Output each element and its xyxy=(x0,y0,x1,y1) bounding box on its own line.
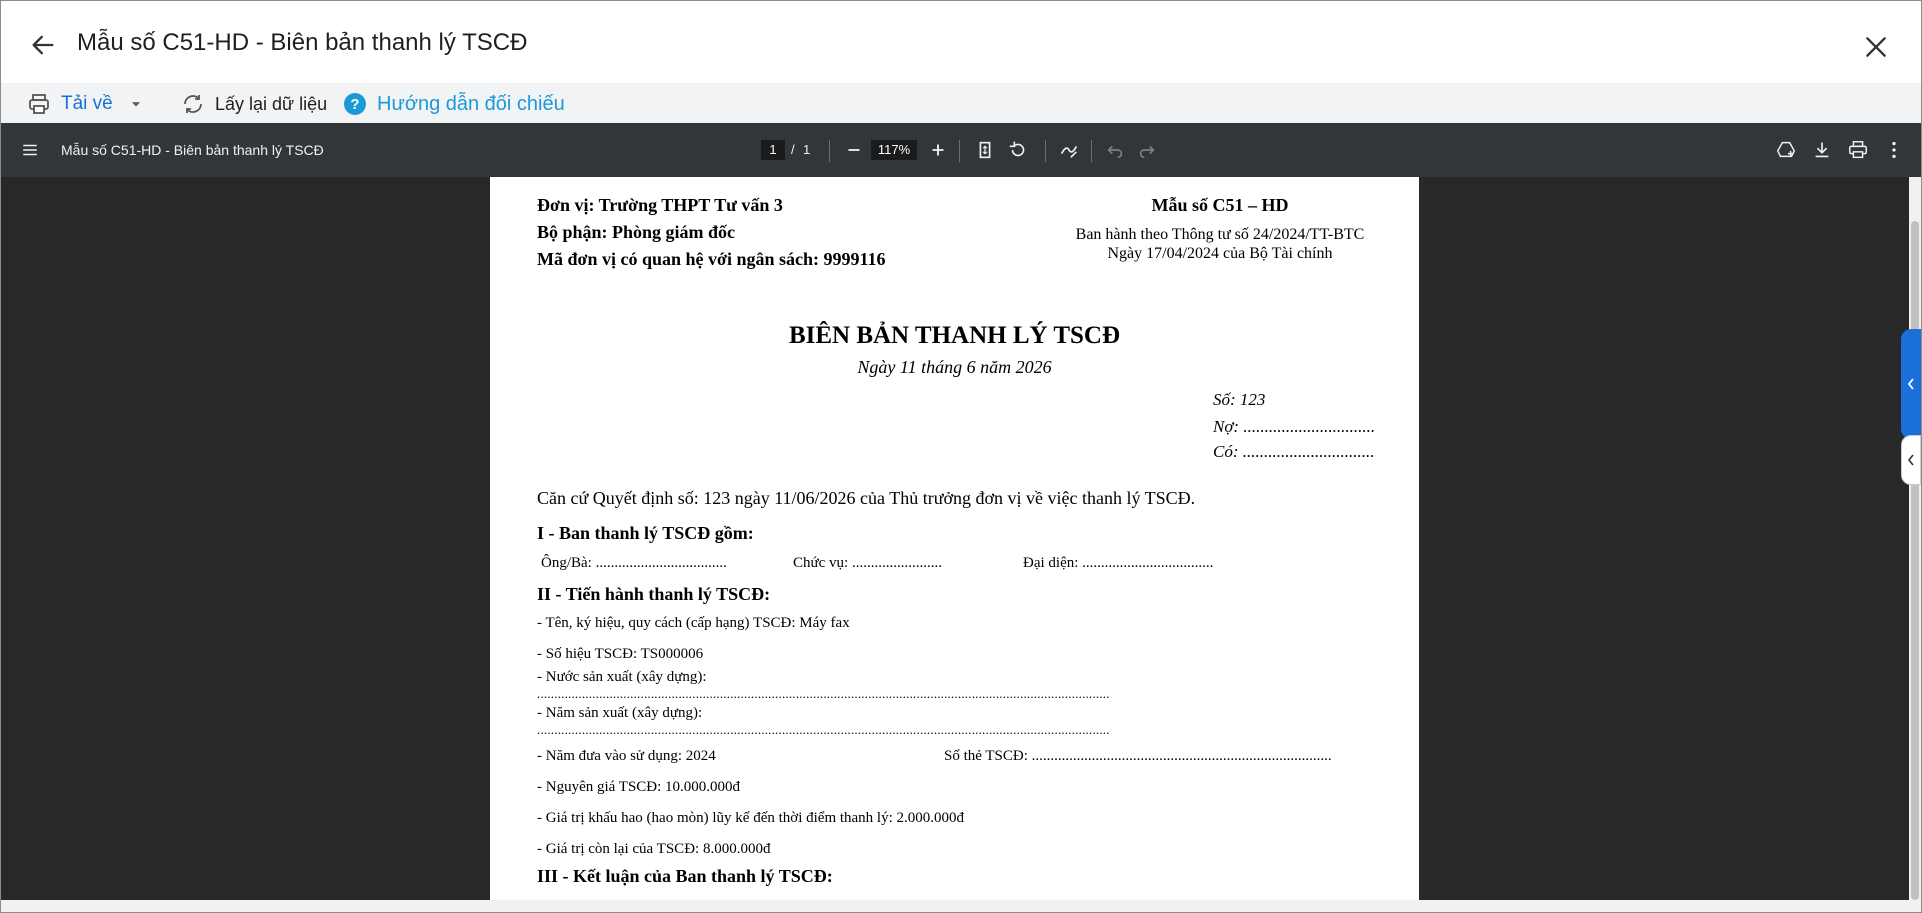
form-number: Mẫu số C51 – HD xyxy=(1151,195,1289,215)
budget-unit-code: Mã đơn vị có quan hệ với ngân sách: 9999… xyxy=(537,249,886,269)
pdf-title: Mẫu số C51-HD - Biên bản thanh lý TSCĐ xyxy=(61,142,324,158)
credit-field: Có: ............................... xyxy=(1213,442,1375,461)
reload-data-button[interactable]: Lấy lại dữ liệu xyxy=(181,91,327,117)
divider xyxy=(1045,140,1046,162)
remaining-value: - Giá trị còn lại của TSCĐ: 8.000.000đ xyxy=(537,841,771,857)
menu-icon[interactable] xyxy=(21,141,39,159)
issued-date: Ngày 17/04/2024 của Bộ Tài chính xyxy=(1107,245,1333,262)
asset-code: - Số hiệu TSCĐ: TS000006 xyxy=(537,646,704,662)
rotate-icon[interactable] xyxy=(1007,139,1029,161)
side-panel-collapse[interactable] xyxy=(1901,435,1921,485)
chevron-down-icon[interactable] xyxy=(129,97,143,111)
minus-icon[interactable] xyxy=(843,139,865,161)
representative-field: Đại diện: ..............................… xyxy=(1023,555,1214,571)
issued-by: Ban hành theo Thông tư số 24/2024/TT-BTC xyxy=(1075,226,1365,243)
guide-label: Hướng dẫn đối chiếu xyxy=(377,92,565,115)
close-icon[interactable] xyxy=(1863,34,1889,60)
section-2-heading: II - Tiến hành thanh lý TSCĐ: xyxy=(537,584,771,604)
fit-page-icon[interactable] xyxy=(974,139,996,161)
chevron-left-icon xyxy=(1907,378,1914,390)
pdf-content-area[interactable]: Đơn vị: Trường THPT Tư vấn 3 Bộ phận: Ph… xyxy=(1,177,1921,900)
year-in-use: - Năm đưa vào sử dụng: 2024 xyxy=(537,748,716,764)
page-separator: / xyxy=(791,142,795,157)
app-window: Mẫu số C51-HD - Biên bản thanh lý TSCĐ T… xyxy=(0,0,1922,913)
download-label: Tải về xyxy=(61,93,113,114)
country-of-manufacture: - Nước sản xuất (xây dựng): xyxy=(537,669,707,685)
dotted-line: ........................................… xyxy=(537,686,1110,701)
side-panel-toggle[interactable] xyxy=(1901,329,1921,439)
download-icon[interactable] xyxy=(1811,139,1833,161)
member-name-field: Ông/Bà: ................................… xyxy=(541,555,727,571)
pdf-page: Đơn vị: Trường THPT Tư vấn 3 Bộ phận: Ph… xyxy=(490,177,1419,900)
svg-text:?: ? xyxy=(350,96,359,113)
divider xyxy=(1091,140,1092,162)
back-arrow-icon[interactable] xyxy=(29,31,57,59)
plus-icon[interactable] xyxy=(927,139,949,161)
page-number-input[interactable]: 1 xyxy=(761,140,785,160)
asset-name: - Tên, ký hiệu, quy cách (cấp hạng) TSCĐ… xyxy=(537,615,850,631)
page-total: 1 xyxy=(803,142,811,157)
zoom-input[interactable]: 117% xyxy=(871,140,917,160)
asset-card-number: Số thẻ TSCĐ: ...........................… xyxy=(944,748,1332,764)
document-number: Số: 123 xyxy=(1213,390,1266,409)
section-3-heading: III - Kết luận của Ban thanh lý TSCĐ: xyxy=(537,866,833,886)
help-circle-icon: ? xyxy=(344,93,366,115)
department: Bộ phận: Phòng giám đốc xyxy=(537,222,736,242)
year-of-manufacture: - Năm sản xuất (xây dựng): xyxy=(537,705,703,721)
section-1-heading: I - Ban thanh lý TSCĐ gồm: xyxy=(537,523,754,543)
undo-icon[interactable] xyxy=(1104,139,1126,161)
divider xyxy=(829,140,830,162)
reconcile-guide-button[interactable]: ? Hướng dẫn đối chiếu xyxy=(343,91,565,117)
print-icon[interactable] xyxy=(1847,139,1869,161)
printer-icon xyxy=(29,94,49,114)
dialog-header: Mẫu số C51-HD - Biên bản thanh lý TSCĐ xyxy=(1,1,1921,83)
accumulated-depreciation: - Giá trị khấu hao (hao mòn) lũy kế đến … xyxy=(537,810,965,826)
reload-label: Lấy lại dữ liệu xyxy=(215,93,328,114)
dotted-line: ........................................… xyxy=(537,722,1110,737)
decision-basis: Căn cứ Quyết định số: 123 ngày 11/06/202… xyxy=(537,488,1196,508)
document-heading: BIÊN BẢN THANH LÝ TSCĐ xyxy=(788,322,1121,349)
dialog-title: Mẫu số C51-HD - Biên bản thanh lý TSCĐ xyxy=(77,29,528,56)
pdf-viewer-toolbar: Mẫu số C51-HD - Biên bản thanh lý TSCĐ 1… xyxy=(1,123,1921,177)
original-cost: - Nguyên giá TSCĐ: 10.000.000đ xyxy=(537,779,741,795)
more-vert-icon[interactable] xyxy=(1883,139,1905,161)
action-toolbar: Tải về Lấy lại dữ liệu ? Hướng dẫn đối c… xyxy=(1,83,1921,123)
download-print-button[interactable]: Tải về xyxy=(27,91,143,117)
divider xyxy=(959,140,960,162)
chevron-left-icon xyxy=(1907,454,1914,466)
debit-field: Nợ: ............................... xyxy=(1213,417,1376,436)
annotate-icon[interactable] xyxy=(1058,139,1080,161)
horizontal-scrollbar[interactable] xyxy=(1,900,1921,912)
unit-name: Đơn vị: Trường THPT Tư vấn 3 xyxy=(537,195,783,215)
scrollbar-thumb[interactable] xyxy=(1911,221,1919,900)
reload-icon xyxy=(184,95,202,113)
drive-save-icon[interactable] xyxy=(1775,139,1797,161)
redo-icon[interactable] xyxy=(1136,139,1158,161)
position-field: Chức vụ: ........................ xyxy=(793,555,942,571)
document-date: Ngày 11 tháng 6 năm 2026 xyxy=(857,357,1052,377)
